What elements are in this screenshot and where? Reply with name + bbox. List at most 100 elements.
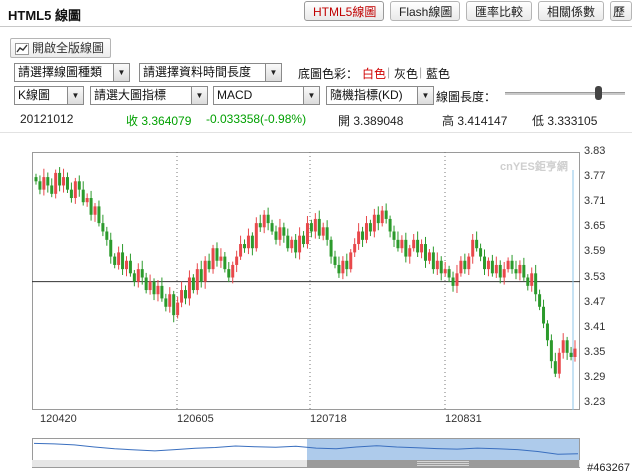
candle-body xyxy=(443,269,447,274)
bg-color-gray[interactable]: 灰色 xyxy=(394,65,418,82)
candle-body xyxy=(475,239,479,249)
kline-select[interactable]: K線圖 ▼ xyxy=(14,86,84,105)
y-tick-label: 3.41 xyxy=(584,320,606,333)
tab-html5-chart[interactable]: HTML5線圖 xyxy=(304,1,384,21)
candle-body xyxy=(121,252,125,270)
candle-body xyxy=(545,323,549,341)
candle-body xyxy=(38,181,42,190)
candle-body xyxy=(199,269,203,282)
candle-body xyxy=(243,244,247,249)
separator: | xyxy=(419,65,423,79)
bg-color-blue[interactable]: 藍色 xyxy=(426,65,450,82)
quote-change: -0.033358(-0.98%) xyxy=(206,112,307,126)
macd-value: MACD xyxy=(217,88,253,102)
candle-body xyxy=(345,260,349,270)
candle-body xyxy=(400,239,404,249)
candle-body xyxy=(396,239,400,249)
candle-body xyxy=(305,223,309,245)
candle-body xyxy=(124,260,128,270)
slider-handle[interactable] xyxy=(595,86,602,100)
candle-body xyxy=(62,177,66,186)
candle-body xyxy=(42,177,46,190)
candle-body xyxy=(561,340,565,353)
y-tick-label: 3.53 xyxy=(584,270,606,283)
candle-body xyxy=(364,223,368,240)
y-tick-label: 3.23 xyxy=(584,396,606,408)
candle-body xyxy=(195,269,199,291)
candle-body xyxy=(168,294,172,307)
navigator-selection[interactable] xyxy=(307,439,579,460)
bg-color-label: 底圖色彩： xyxy=(298,67,359,81)
candle-body xyxy=(333,256,337,265)
range-navigator[interactable] xyxy=(32,438,580,468)
candle-body xyxy=(337,264,341,274)
quote-close: 收 3.364079 xyxy=(126,114,192,128)
candle-body xyxy=(317,218,321,236)
candle-body xyxy=(274,231,278,240)
x-tick-label: 120831 xyxy=(445,413,482,425)
candle-body xyxy=(54,172,58,194)
candle-body xyxy=(384,210,388,219)
candle-body xyxy=(420,244,424,253)
candle-body xyxy=(494,264,498,274)
separator: | xyxy=(387,65,391,79)
candle-body xyxy=(530,273,534,286)
quote-date: 20121012 xyxy=(20,112,74,126)
candle-body xyxy=(380,210,384,224)
candle-body xyxy=(427,252,431,261)
candle-body xyxy=(227,269,231,278)
candle-body xyxy=(270,223,274,232)
candle-body xyxy=(412,239,416,249)
candle-body xyxy=(148,281,152,291)
time-range-select[interactable]: 請選擇資料時間長度 ▼ xyxy=(139,63,282,82)
candle-body xyxy=(483,256,487,270)
candle-body xyxy=(506,260,510,270)
chevron-down-icon: ▼ xyxy=(303,87,319,104)
stochastic-value: 隨機指標(KD) xyxy=(330,88,403,102)
slider-track xyxy=(505,92,625,95)
price-chart[interactable] xyxy=(32,152,580,410)
chart-watermark: cnYES鉅亨網 xyxy=(500,161,568,173)
candle-body xyxy=(117,252,121,265)
candle-body xyxy=(85,198,89,203)
chevron-down-icon: ▼ xyxy=(265,64,281,81)
stochastic-select[interactable]: 隨機指標(KD) ▼ xyxy=(326,86,434,105)
tab-history[interactable]: 歷 xyxy=(610,1,632,21)
candle-body xyxy=(81,189,85,203)
macd-select[interactable]: MACD ▼ xyxy=(213,86,320,105)
chart-type-select[interactable]: 請選擇線圖種類 ▼ xyxy=(14,63,130,82)
candle-body xyxy=(101,223,105,232)
candle-body xyxy=(423,244,427,261)
candle-body xyxy=(132,273,136,282)
line-length-slider[interactable] xyxy=(505,86,625,100)
open-fullscreen-button[interactable]: 開啟全版線圖 xyxy=(10,38,112,58)
tab-flash-chart[interactable]: Flash線圖 xyxy=(390,1,460,21)
candle-body xyxy=(93,206,97,215)
tab-correlation[interactable]: 相關係數 xyxy=(538,1,604,21)
tab-fx-compare[interactable]: 匯率比較 xyxy=(466,1,532,21)
candle-body xyxy=(404,239,408,257)
candle-body xyxy=(522,264,526,278)
candle-body xyxy=(58,172,62,186)
candle-body xyxy=(73,181,77,199)
bg-color-white[interactable]: 白色 xyxy=(362,65,386,82)
y-tick-label: 3.77 xyxy=(584,170,606,183)
candle-body xyxy=(538,294,542,307)
candle-body xyxy=(203,260,207,282)
image-id-label: #463267 xyxy=(587,462,630,474)
y-tick-label: 3.65 xyxy=(584,220,606,233)
candle-body xyxy=(184,290,188,299)
y-tick-label: 3.59 xyxy=(584,245,606,258)
candle-body xyxy=(113,256,117,265)
candle-body xyxy=(152,281,156,295)
candle-body xyxy=(361,231,365,240)
y-tick-label: 3.83 xyxy=(584,145,606,157)
candle-body xyxy=(542,306,546,324)
candle-body xyxy=(250,235,254,249)
line-length-label: 線圖長度： xyxy=(436,90,497,104)
candle-body xyxy=(235,256,239,265)
chevron-down-icon: ▼ xyxy=(417,87,433,104)
main-indicator-select[interactable]: 請選大圖指標 ▼ xyxy=(90,86,208,105)
candle-body xyxy=(526,277,530,286)
y-tick-label: 3.35 xyxy=(584,345,606,358)
